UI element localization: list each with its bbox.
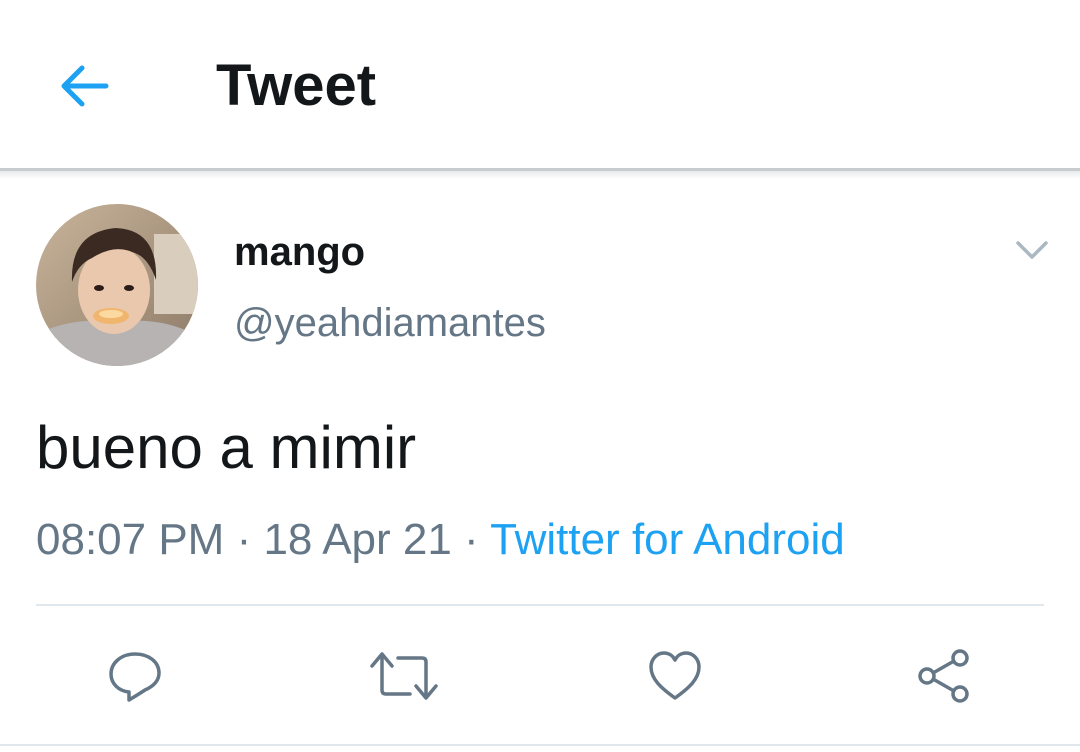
- chevron-down-icon: [1016, 241, 1048, 259]
- back-button[interactable]: [52, 56, 116, 116]
- retweet-button[interactable]: [368, 640, 440, 712]
- tweet-meta: 08:07 PM · 18 Apr 21 · Twitter for Andro…: [36, 514, 845, 566]
- like-button[interactable]: [639, 640, 711, 712]
- reply-icon: [109, 652, 161, 702]
- meta-separator: ·: [451, 515, 491, 564]
- tweet-source-link[interactable]: Twitter for Android: [490, 515, 845, 564]
- retweet-icon: [370, 652, 438, 700]
- avatar[interactable]: [36, 204, 198, 366]
- author-name[interactable]: mango: [234, 228, 365, 276]
- avatar-image: [36, 204, 198, 366]
- tweet-text: bueno a mimir: [36, 414, 417, 481]
- tweet-date: 18 Apr 21: [263, 515, 452, 564]
- page-title: Tweet: [216, 53, 377, 118]
- share-icon: [918, 649, 969, 703]
- meta-separator: ·: [224, 515, 264, 564]
- arrow-left-icon: [61, 65, 109, 107]
- top-app-bar: Tweet: [0, 0, 1080, 168]
- share-button[interactable]: [908, 640, 980, 712]
- content-divider: [36, 604, 1044, 606]
- header-shadow: [0, 171, 1080, 179]
- bottom-divider: [0, 744, 1080, 746]
- author-handle[interactable]: @yeahdiamantes: [234, 299, 546, 347]
- tweet-time: 08:07 PM: [36, 515, 225, 564]
- more-options-button[interactable]: [1008, 228, 1056, 272]
- reply-button[interactable]: [99, 640, 171, 712]
- like-icon: [649, 651, 701, 700]
